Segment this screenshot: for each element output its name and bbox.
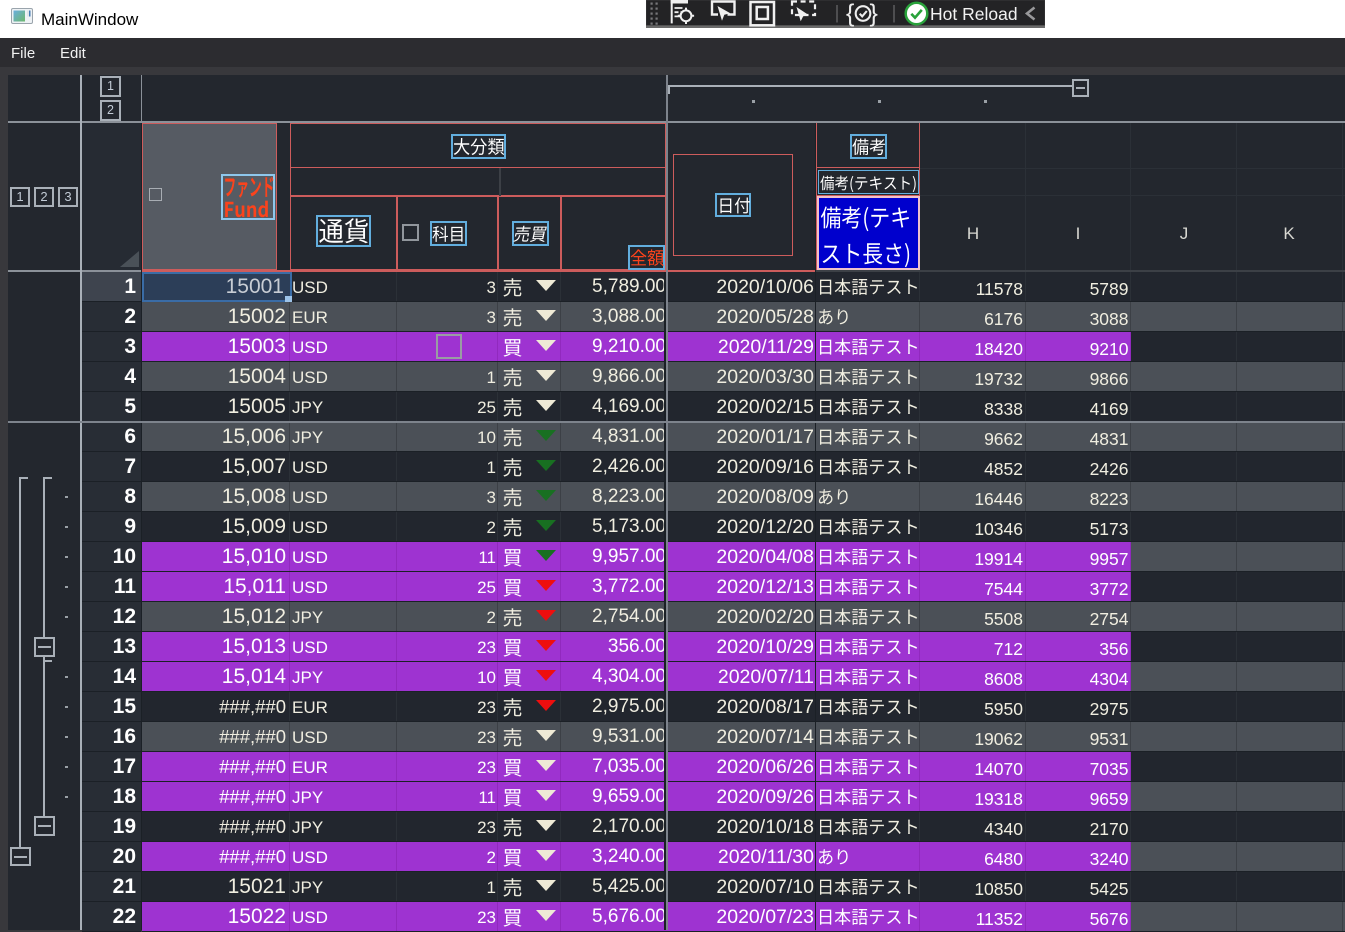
svg-text:Hot Reload: Hot Reload xyxy=(930,4,1018,24)
svg-text:{: { xyxy=(846,0,854,28)
